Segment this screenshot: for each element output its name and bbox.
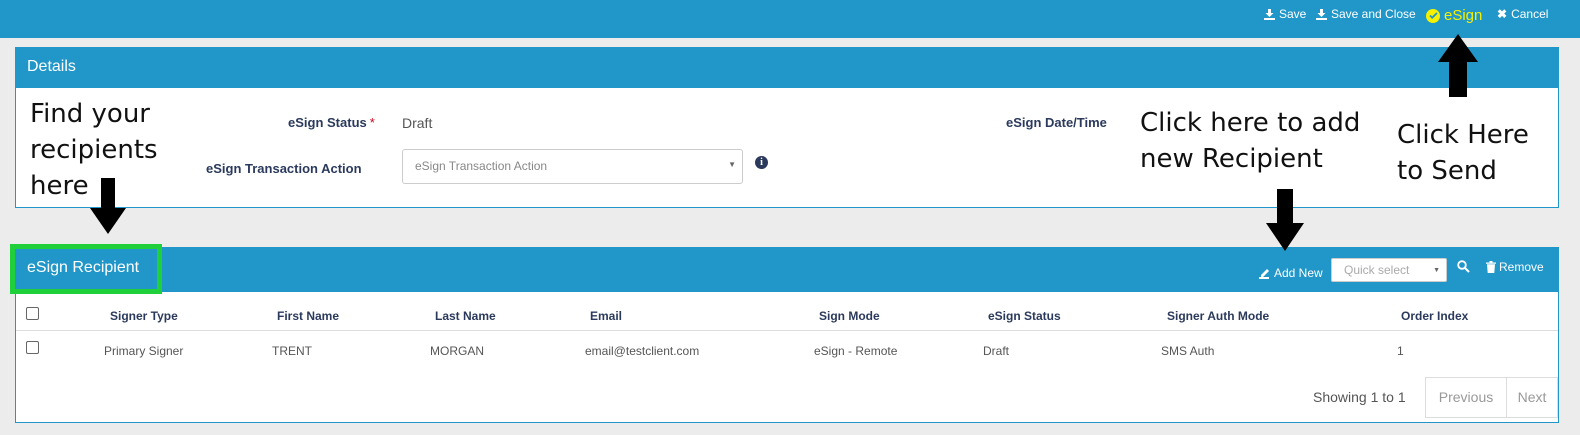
esign-label: eSign [1444,7,1483,24]
column-header-esign-status[interactable]: eSign Status [988,309,1061,323]
column-header-signer-type[interactable]: Signer Type [110,309,178,323]
recipient-panel-header: eSign Recipient Add New Quick select ▼ R… [10,244,1558,294]
save-and-close-button[interactable]: Save and Close [1316,7,1416,21]
column-header-last-name[interactable]: Last Name [435,309,496,323]
row-checkbox[interactable] [26,341,39,354]
annotation-send: Click Here to Send [1397,117,1529,189]
cell-order-index: 1 [1397,344,1404,358]
annotation-line: new Recipient [1140,144,1323,174]
download-icon [1316,8,1327,20]
search-icon[interactable] [1457,260,1470,278]
pagination-info: Showing 1 to 1 [1313,389,1406,405]
esign-datetime-label: eSign Date/Time [1006,115,1107,130]
cell-signer-auth-mode: SMS Auth [1161,344,1215,358]
caret-down-icon: ▼ [1433,267,1440,274]
annotation-line: to Send [1397,156,1497,186]
remove-button[interactable]: Remove [1486,260,1544,274]
transaction-action-label: eSign Transaction Action [206,161,362,176]
save-label: Save [1279,7,1307,21]
column-header-email[interactable]: Email [590,309,622,323]
cancel-label: Cancel [1511,7,1549,21]
caret-down-icon: ▼ [728,160,736,169]
add-record-icon [1259,268,1269,279]
add-new-label: Add New [1274,266,1323,280]
save-button[interactable]: Save [1264,7,1306,21]
trash-icon [1486,261,1496,273]
quick-select[interactable]: Quick select ▼ [1331,258,1447,282]
annotation-line: Find your [30,99,150,129]
check-circle-icon [1426,8,1440,23]
cell-signer-type: Primary Signer [104,344,184,358]
annotation-line: recipients [30,135,158,165]
esign-status-value: Draft [402,115,433,131]
esign-status-label: eSign Status * [288,115,375,130]
down-arrow-icon [1266,189,1304,251]
column-header-first-name[interactable]: First Name [277,309,339,323]
transaction-action-select[interactable]: eSign Transaction Action ▼ [402,149,743,184]
add-new-button[interactable]: Add New [1259,266,1323,280]
cell-email: email@testclient.com [585,344,700,358]
recipient-title: eSign Recipient [27,259,140,276]
esign-button[interactable]: eSign [1426,7,1482,24]
top-toolbar: Save Save and Close eSign ✖ Cancel [0,0,1580,38]
column-header-order-index[interactable]: Order Index [1401,309,1468,323]
info-icon[interactable]: i [755,156,768,169]
cell-last-name: MORGAN [430,344,484,358]
annotation-add-recipient: Click here to add new Recipient [1140,105,1360,177]
save-and-close-label: Save and Close [1331,7,1416,21]
quick-select-placeholder: Quick select [1344,263,1410,277]
transaction-action-placeholder: eSign Transaction Action [415,159,548,173]
up-arrow-icon [1438,34,1478,97]
column-header-signer-auth-mode[interactable]: Signer Auth Mode [1167,309,1269,323]
recipient-panel: eSign Recipient Add New Quick select ▼ R… [10,244,1559,423]
header-divider [16,330,1558,331]
previous-button[interactable]: Previous [1425,377,1507,418]
annotation-line: Click Here [1397,120,1529,150]
cell-sign-mode: eSign - Remote [814,344,898,358]
remove-label: Remove [1499,260,1544,274]
column-header-sign-mode[interactable]: Sign Mode [819,309,880,323]
cell-first-name: TRENT [272,344,312,358]
close-icon: ✖ [1497,7,1508,21]
down-arrow-icon [90,178,126,234]
next-button[interactable]: Next [1506,377,1558,418]
download-icon [1264,8,1275,20]
select-all-checkbox[interactable] [26,307,39,320]
cancel-button[interactable]: ✖ Cancel [1497,7,1548,21]
annotation-line: Click here to add [1140,108,1361,138]
cell-esign-status: Draft [983,344,1010,358]
esign-status-label-text: eSign Status [288,115,367,130]
required-asterisk: * [369,115,375,130]
details-title: Details [16,48,1558,88]
